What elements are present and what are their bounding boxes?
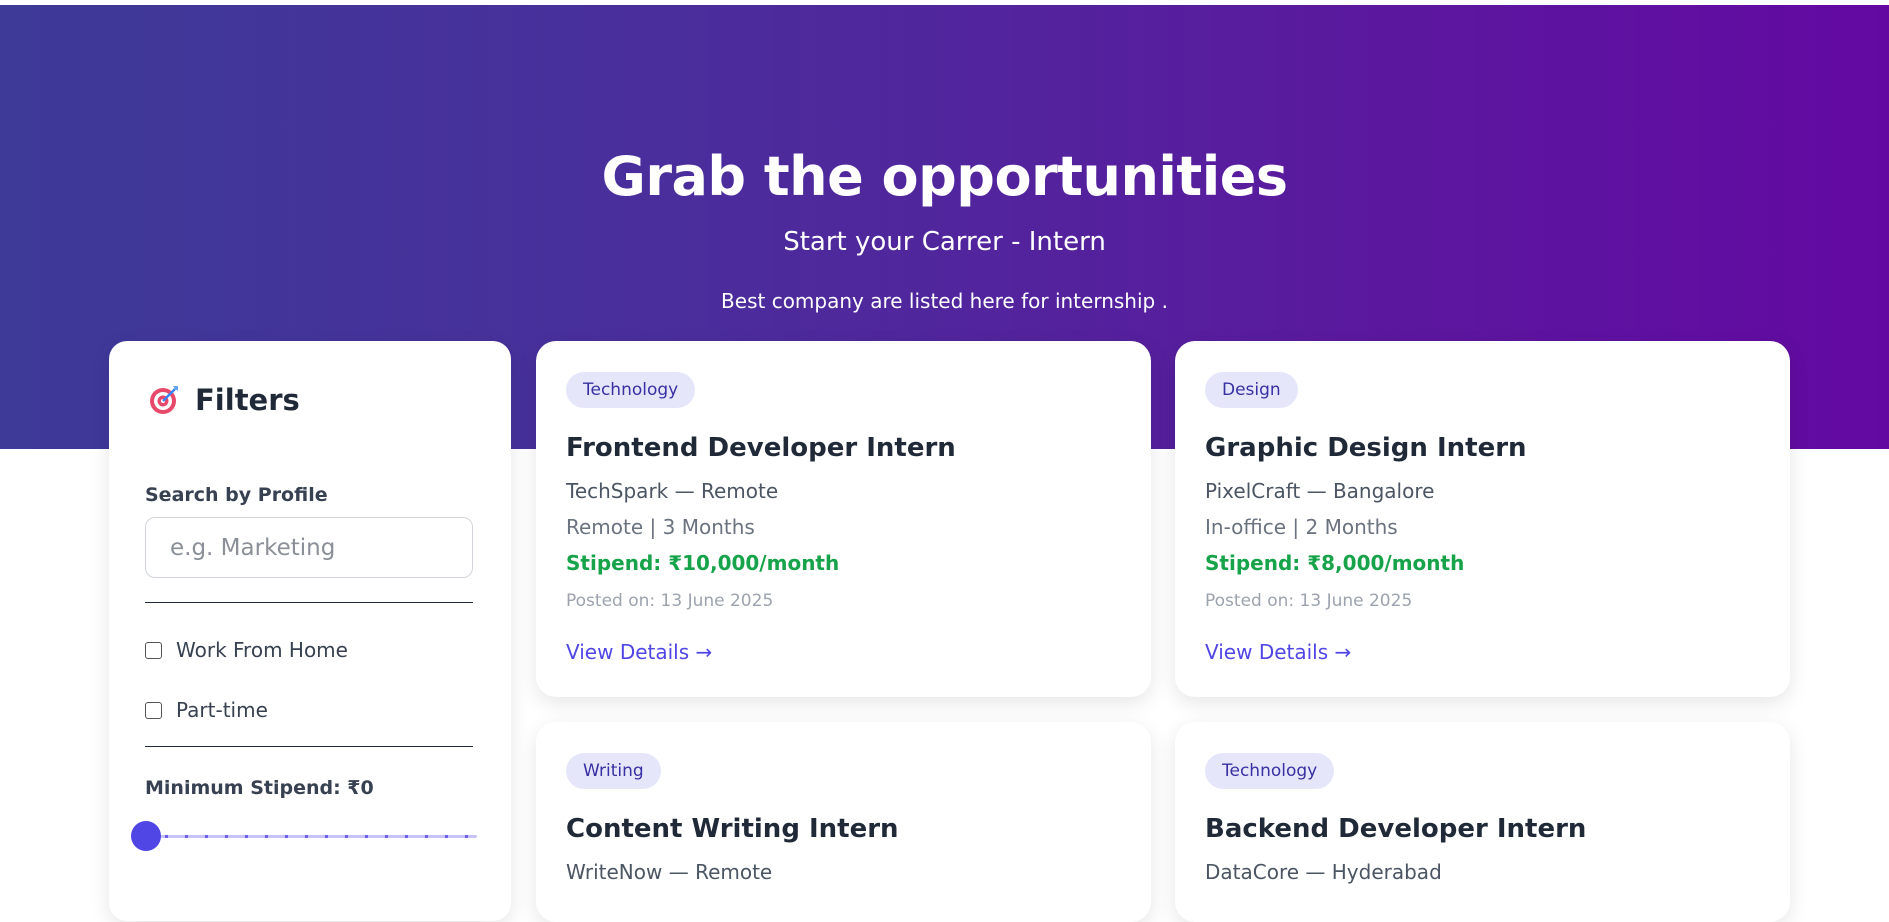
- category-tag: Technology: [566, 372, 696, 408]
- part-time-label: Part-time: [176, 698, 268, 722]
- posted-date: Posted on: 13 June 2025: [1205, 591, 1413, 611]
- filters-title: Filters: [195, 383, 300, 417]
- company-location: WriteNow — Remote: [566, 860, 773, 884]
- internship-card: Technology Frontend Developer Intern Tec…: [536, 341, 1151, 697]
- hero-title: Grab the opportunities: [601, 145, 1288, 208]
- hero-subtitle: Start your Carrer - Intern: [783, 227, 1106, 257]
- job-title: Graphic Design Intern: [1205, 433, 1527, 463]
- stipend-slider[interactable]: [131, 819, 477, 853]
- target-icon: [147, 383, 181, 417]
- internship-card: Technology Backend Developer Intern Data…: [1175, 722, 1790, 922]
- work-from-home-option[interactable]: Work From Home: [145, 638, 348, 662]
- internship-card: Writing Content Writing Intern WriteNow …: [536, 722, 1151, 922]
- hero-description: Best company are listed here for interns…: [721, 289, 1168, 313]
- view-details-link[interactable]: View Details →: [1205, 640, 1351, 664]
- job-meta: In-office | 2 Months: [1205, 515, 1398, 539]
- job-title: Backend Developer Intern: [1205, 814, 1587, 844]
- slider-thumb[interactable]: [131, 821, 161, 851]
- search-label: Search by Profile: [145, 484, 328, 506]
- company-location: PixelCraft — Bangalore: [1205, 479, 1435, 503]
- filters-header: Filters: [147, 383, 300, 417]
- search-input[interactable]: [145, 517, 473, 578]
- stipend-text: Stipend: ₹10,000/month: [566, 551, 840, 575]
- part-time-option[interactable]: Part-time: [145, 698, 268, 722]
- slider-track[interactable]: [145, 835, 477, 838]
- category-tag: Technology: [1205, 753, 1335, 789]
- stipend-label: Minimum Stipend: ₹0: [145, 777, 374, 799]
- job-title: Frontend Developer Intern: [566, 433, 956, 463]
- company-location: TechSpark — Remote: [566, 479, 779, 503]
- stipend-text: Stipend: ₹8,000/month: [1205, 551, 1465, 575]
- divider: [145, 602, 473, 603]
- work-from-home-checkbox[interactable]: [145, 641, 162, 659]
- work-from-home-label: Work From Home: [176, 638, 348, 662]
- category-tag: Design: [1205, 372, 1298, 408]
- job-title: Content Writing Intern: [566, 814, 899, 844]
- internship-card: Design Graphic Design Intern PixelCraft …: [1175, 341, 1790, 697]
- job-meta: Remote | 3 Months: [566, 515, 755, 539]
- part-time-checkbox[interactable]: [145, 701, 162, 719]
- company-location: DataCore — Hyderabad: [1205, 860, 1442, 884]
- filters-panel: Filters Search by Profile Work From Home…: [109, 341, 511, 921]
- posted-date: Posted on: 13 June 2025: [566, 591, 774, 611]
- divider: [145, 746, 473, 747]
- category-tag: Writing: [566, 753, 661, 789]
- view-details-link[interactable]: View Details →: [566, 640, 712, 664]
